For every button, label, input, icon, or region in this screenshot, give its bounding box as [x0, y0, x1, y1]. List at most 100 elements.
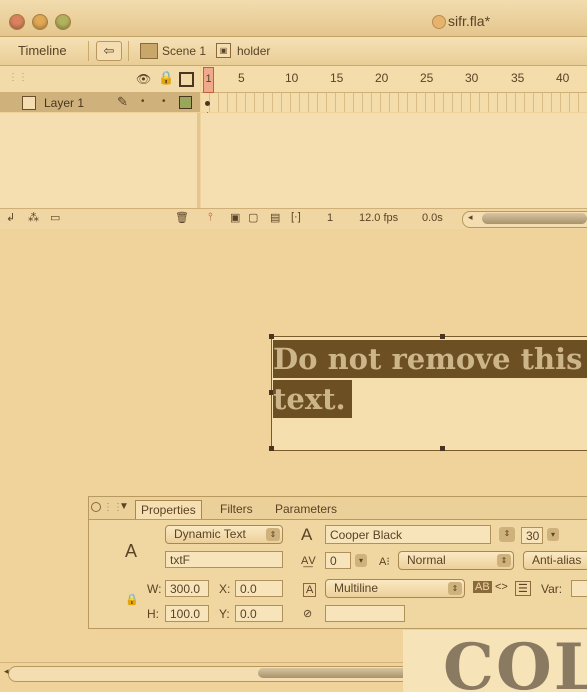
add-motion-guide-icon[interactable]: ⁂ [28, 211, 39, 224]
text-line-1: Do not remove this [273, 340, 587, 378]
lock-dot[interactable]: • [162, 96, 166, 107]
link-url-input[interactable] [325, 605, 405, 622]
ruler-tick: 20 [375, 71, 389, 85]
font-size-arrow-icon[interactable]: ▾ [547, 528, 559, 541]
onion-skin-icon[interactable]: ▣ [230, 211, 240, 224]
insert-folder-icon[interactable]: ▭ [50, 211, 60, 224]
breadcrumb-holder[interactable]: holder [237, 44, 270, 58]
letter-spacing-input[interactable]: 0 [325, 552, 351, 569]
text-line-2: text. [273, 380, 352, 418]
outline-color-icon[interactable] [179, 96, 192, 109]
modify-markers-icon[interactable]: [·] [291, 211, 301, 223]
letter-spacing-arrow-icon[interactable]: ▾ [355, 554, 367, 567]
frames-empty-area [201, 113, 587, 208]
var-input[interactable] [571, 580, 587, 597]
eye-icon[interactable]: 👁 [136, 72, 151, 86]
onion-outline-icon[interactable]: ▢ [248, 211, 258, 224]
scroll-left-arrow-icon[interactable]: ◂ [468, 212, 473, 223]
ruler-tick: 15 [330, 71, 344, 85]
timeline-toggle[interactable]: Timeline [18, 43, 67, 58]
tab-filters[interactable]: Filters [220, 500, 253, 518]
font-menu-icon[interactable]: ⇕ [499, 527, 515, 542]
x-label: X: [219, 582, 231, 596]
properties-panel: ⋮⋮ ▼ Properties Filters Parameters A Dyn… [88, 496, 587, 629]
layer-name: Layer 1 [44, 96, 85, 110]
panel-close-icon[interactable] [91, 502, 101, 512]
tab-properties[interactable]: Properties [135, 500, 202, 519]
character-position-value: Normal [407, 553, 446, 567]
tab-parameters[interactable]: Parameters [275, 500, 337, 518]
document-icon [432, 15, 446, 29]
frame-ruler[interactable]: 5 10 15 20 25 30 35 40 [201, 66, 587, 93]
chevron-updown-icon: ⇕ [497, 554, 511, 567]
y-input[interactable]: 0.0 [235, 605, 283, 622]
timeline-scroll-thumb[interactable] [482, 213, 587, 224]
resize-handle[interactable] [269, 446, 274, 451]
anti-alias-select[interactable]: Anti-alias [523, 551, 587, 570]
text-type-value: Dynamic Text [174, 527, 246, 541]
instance-name-input[interactable]: txtF [165, 551, 283, 568]
resize-handle[interactable] [440, 446, 445, 451]
divider [88, 41, 89, 61]
collapse-triangle-icon[interactable]: ▼ [119, 501, 129, 512]
ruler-tick: 30 [465, 71, 479, 85]
letter-spacing-icon: A͟V [301, 555, 316, 567]
clapper-icon [140, 43, 158, 59]
divider [128, 41, 129, 61]
visibility-dot[interactable]: • [141, 96, 145, 107]
height-input[interactable]: 100.0 [165, 605, 209, 622]
edit-frames-icon[interactable]: ▤ [270, 211, 280, 224]
font-family-input[interactable]: Cooper Black [325, 525, 491, 544]
lock-icon[interactable]: 🔒 [158, 70, 174, 86]
chevron-updown-icon: ⇕ [448, 582, 462, 595]
width-input[interactable]: 300.0 [165, 580, 209, 597]
trash-icon[interactable]: 🗑 [175, 211, 189, 224]
text-line-1-content: Do not remove this [273, 342, 583, 376]
line-type-value: Multiline [334, 581, 379, 595]
layers-header: ⋮⋮ 👁 🔒 [0, 66, 200, 93]
chevron-updown-icon: ⇕ [266, 528, 280, 541]
var-label: Var: [541, 582, 563, 596]
center-frame-icon[interactable]: ⫯ [208, 211, 213, 224]
playhead[interactable]: 1 [203, 67, 214, 93]
layer-icon [22, 96, 36, 110]
frame-rate: 12.0 fps [359, 212, 399, 224]
current-frame: 1 [327, 212, 334, 224]
breadcrumb-scene[interactable]: Scene 1 [162, 44, 206, 58]
height-label: H: [147, 607, 159, 621]
window-titlebar: sifr.fla* [0, 0, 587, 37]
selectable-icon[interactable]: AB [473, 581, 492, 593]
keyframe-dot[interactable] [205, 101, 210, 106]
text-type-select[interactable]: Dynamic Text ⇕ [165, 525, 283, 544]
grip-icon: ⋮⋮ [8, 72, 28, 83]
minimize-window-button[interactable] [32, 14, 48, 30]
scroll-thumb[interactable] [258, 668, 408, 678]
layers-empty-area [0, 113, 200, 208]
layer-row[interactable]: Layer 1 ✎ • • [0, 93, 200, 112]
resize-handle[interactable] [269, 334, 274, 339]
zoom-window-button[interactable] [55, 14, 71, 30]
overlay-text: COL [443, 630, 587, 692]
link-icon: ⊘ [303, 608, 313, 620]
x-input[interactable]: 0.0 [235, 580, 283, 597]
overlapping-window: COL [403, 630, 587, 692]
ruler-tick: 25 [420, 71, 434, 85]
html-render-icon[interactable]: <> [495, 581, 508, 593]
border-toggle-icon[interactable]: ☰ [515, 581, 531, 596]
outline-icon[interactable] [179, 72, 194, 87]
line-type-select[interactable]: Multiline ⇕ [325, 579, 465, 598]
text-box-icon: A [303, 583, 317, 597]
close-window-button[interactable] [9, 14, 25, 30]
back-button[interactable]: ⇦ [96, 41, 122, 61]
font-icon: A [301, 525, 313, 544]
text-tool-icon: A [125, 541, 138, 561]
scroll-left-arrow-icon[interactable]: ◂ [4, 666, 9, 677]
insert-layer-icon[interactable]: ↲ [6, 211, 15, 224]
character-position-select[interactable]: Normal ⇕ [398, 551, 514, 570]
resize-handle[interactable] [440, 334, 445, 339]
font-size-input[interactable]: 30 [521, 527, 543, 544]
panel-tabs: ⋮⋮ ▼ Properties Filters Parameters [89, 497, 587, 520]
lock-proportions-icon[interactable]: 🔒 [125, 593, 139, 606]
y-label: Y: [219, 607, 230, 621]
frames-row[interactable] [201, 93, 587, 112]
